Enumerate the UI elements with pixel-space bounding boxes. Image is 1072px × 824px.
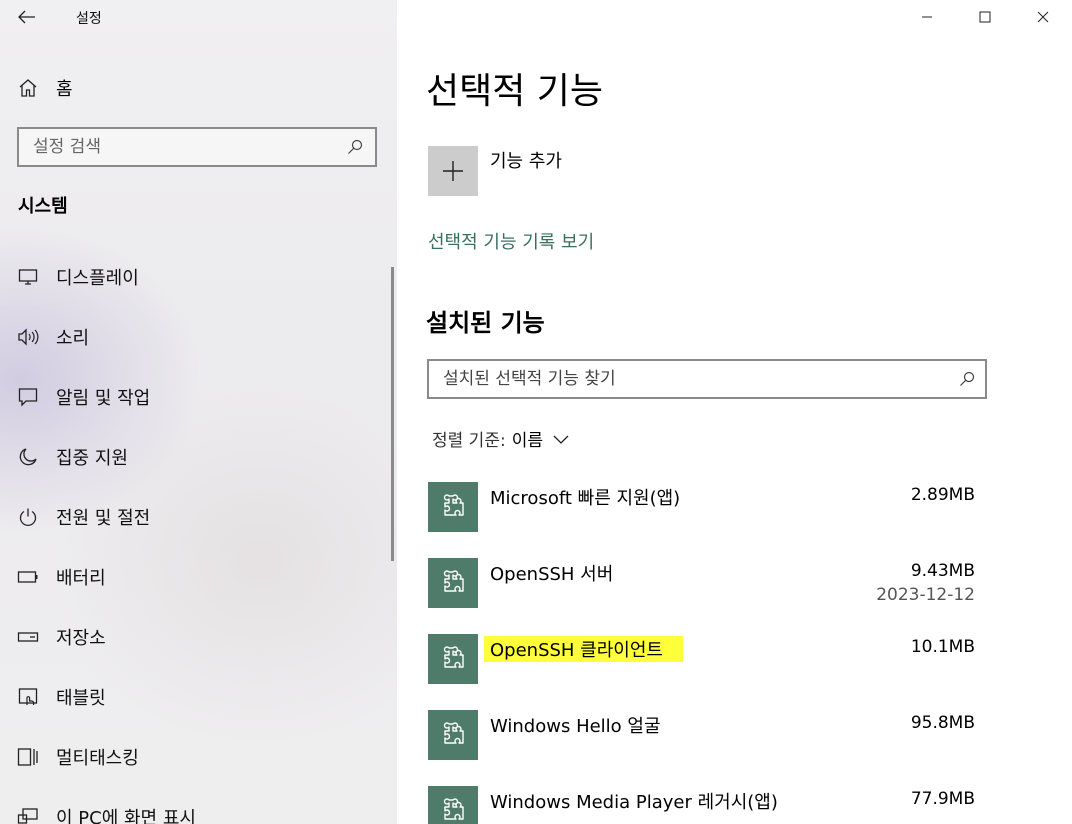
- settings-nav-pane: 설정 홈 시스템 디스플레이 소리: [0, 0, 397, 824]
- sidebar-item-label: 저장소: [56, 628, 106, 649]
- sort-value[interactable]: 이름: [512, 426, 543, 451]
- sidebar-item-project[interactable]: 이 PC에 화면 표시: [0, 787, 390, 824]
- tablet-icon: [0, 687, 56, 707]
- feature-size: 2.89MB: [910, 485, 975, 505]
- sidebar-item-focus-assist[interactable]: 집중 지원: [0, 427, 390, 487]
- sidebar-item-label: 이 PC에 화면 표시: [56, 808, 196, 824]
- settings-search-box[interactable]: [17, 127, 377, 167]
- feature-item-openssh-server[interactable]: OpenSSH 서버 9.43MB 2023-12-12: [428, 558, 988, 634]
- sidebar-item-sound[interactable]: 소리: [0, 307, 390, 367]
- feature-item-windows-hello-face[interactable]: Windows Hello 얼굴 95.8MB: [428, 710, 988, 786]
- sidebar-item-label: 알림 및 작업: [56, 388, 151, 409]
- sidebar-item-tablet[interactable]: 태블릿: [0, 667, 390, 727]
- battery-icon: [0, 570, 56, 584]
- feature-install-date: 2023-12-12: [876, 585, 975, 605]
- puzzle-icon: [428, 482, 478, 532]
- puzzle-icon: [428, 634, 478, 684]
- feature-name: Windows Hello 얼굴: [490, 716, 661, 737]
- feature-item-quick-assist[interactable]: Microsoft 빠른 지원(앱) 2.89MB: [428, 482, 988, 558]
- nav-scrollbar[interactable]: [391, 267, 394, 561]
- power-icon: [0, 507, 56, 527]
- sidebar-item-label: 태블릿: [56, 688, 106, 709]
- feature-size: 95.8MB: [910, 713, 975, 733]
- sidebar-item-label: 멀티태스킹: [56, 748, 139, 769]
- feature-size: 9.43MB: [910, 561, 975, 581]
- feature-item-media-player-legacy[interactable]: Windows Media Player 레거시(앱) 77.9MB: [428, 786, 988, 824]
- sidebar-item-display[interactable]: 디스플레이: [0, 247, 390, 307]
- puzzle-icon: [428, 786, 478, 824]
- feature-name: OpenSSH 클라이언트: [484, 636, 683, 662]
- sidebar-item-label: 집중 지원: [56, 448, 128, 469]
- moon-icon: [0, 447, 56, 467]
- sidebar-item-label: 전원 및 절전: [56, 508, 151, 529]
- sound-icon: [0, 328, 56, 346]
- minimize-button[interactable]: [898, 0, 956, 34]
- puzzle-icon: [428, 558, 478, 608]
- storage-icon: [0, 631, 56, 643]
- window-controls: [898, 0, 1072, 34]
- multitasking-icon: [0, 747, 56, 767]
- nav-home[interactable]: 홈: [0, 68, 397, 108]
- back-arrow-icon: [18, 10, 35, 24]
- nav-list: 디스플레이 소리 알림 및 작업 집중 지원 전원 및 절전 배터리 저장소 태…: [0, 247, 390, 824]
- feature-history-link[interactable]: 선택적 기능 기록 보기: [428, 228, 594, 254]
- plus-icon: [443, 161, 463, 181]
- feature-name: Microsoft 빠른 지원(앱): [490, 488, 681, 509]
- installed-search-input[interactable]: [443, 369, 959, 389]
- nav-home-label: 홈: [56, 79, 73, 100]
- chevron-down-icon[interactable]: [553, 434, 569, 444]
- search-icon[interactable]: [347, 139, 363, 155]
- display-icon: [0, 268, 56, 286]
- feature-size: 10.1MB: [910, 637, 975, 657]
- sort-dropdown[interactable]: 정렬 기준: 이름: [432, 426, 569, 451]
- notification-icon: [0, 387, 56, 407]
- maximize-icon: [979, 11, 991, 23]
- nav-section-title: 시스템: [18, 196, 68, 217]
- app-title: 설정: [76, 11, 102, 27]
- sidebar-item-label: 배터리: [56, 568, 106, 589]
- minimize-icon: [922, 16, 932, 18]
- close-icon: [1037, 11, 1049, 23]
- sidebar-item-power[interactable]: 전원 및 절전: [0, 487, 390, 547]
- feature-name: Windows Media Player 레거시(앱): [490, 792, 778, 813]
- feature-size: 77.9MB: [910, 789, 975, 809]
- maximize-button[interactable]: [956, 0, 1014, 34]
- page-title: 선택적 기능: [426, 71, 604, 112]
- sidebar-item-storage[interactable]: 저장소: [0, 607, 390, 667]
- puzzle-icon: [428, 710, 478, 760]
- back-button[interactable]: [10, 3, 44, 31]
- installed-features-title: 설치된 기능: [426, 309, 545, 337]
- add-feature-tile[interactable]: [428, 146, 478, 196]
- feature-name: OpenSSH 서버: [490, 564, 614, 585]
- sidebar-item-battery[interactable]: 배터리: [0, 547, 390, 607]
- sidebar-item-label: 소리: [56, 328, 90, 349]
- installed-search-box[interactable]: [427, 359, 987, 399]
- home-icon: [0, 78, 56, 98]
- close-button[interactable]: [1014, 0, 1072, 34]
- settings-search-input[interactable]: [33, 137, 347, 157]
- search-icon[interactable]: [959, 371, 975, 387]
- add-feature-button[interactable]: 기능 추가: [428, 146, 562, 196]
- sidebar-item-notifications[interactable]: 알림 및 작업: [0, 367, 390, 427]
- sidebar-item-label: 디스플레이: [56, 268, 139, 289]
- project-icon: [0, 807, 56, 824]
- sort-label: 정렬 기준:: [432, 431, 506, 451]
- installed-feature-list: Microsoft 빠른 지원(앱) 2.89MB OpenSSH 서버 9.4…: [428, 482, 988, 824]
- add-feature-label[interactable]: 기능 추가: [490, 147, 562, 173]
- sidebar-item-multitasking[interactable]: 멀티태스킹: [0, 727, 390, 787]
- feature-item-openssh-client[interactable]: OpenSSH 클라이언트 10.1MB: [428, 634, 988, 710]
